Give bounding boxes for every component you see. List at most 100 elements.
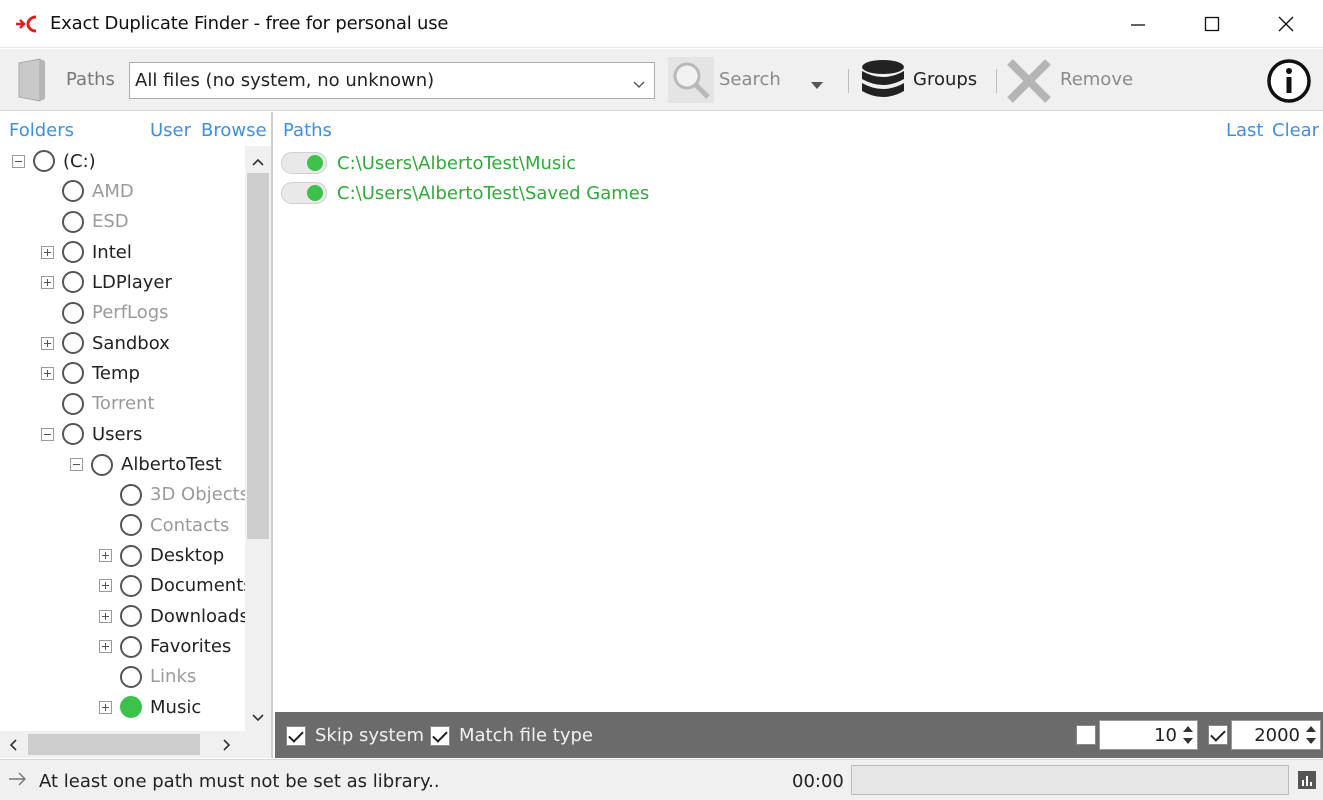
remove-button-label[interactable]: Remove — [1060, 69, 1133, 90]
tree-item[interactable]: Links — [99, 662, 196, 692]
tree-item-radio[interactable] — [120, 544, 142, 567]
spinner-arrows-icon[interactable] — [1304, 723, 1318, 747]
path-toggle[interactable] — [281, 182, 327, 204]
skip-system-option[interactable]: Skip system — [286, 725, 424, 746]
tree-item-radio[interactable] — [120, 483, 142, 506]
path-toggle[interactable] — [281, 152, 327, 174]
tree-item-radio[interactable] — [62, 332, 84, 355]
tree-item[interactable]: Torrent — [41, 389, 155, 419]
collapse-icon[interactable] — [12, 154, 25, 168]
tree-item[interactable]: Music — [99, 692, 201, 722]
spinner-arrows-icon[interactable] — [1181, 723, 1195, 747]
max-size-checkbox[interactable] — [1208, 725, 1228, 745]
scroll-down-icon[interactable] — [251, 708, 265, 727]
expand-icon[interactable] — [41, 275, 54, 289]
scroll-up-icon[interactable] — [251, 152, 265, 171]
groups-button-label[interactable]: Groups — [913, 69, 977, 90]
tree-item-radio[interactable] — [62, 271, 84, 294]
tree-item[interactable]: ESD — [41, 207, 129, 237]
min-size-stepper[interactable]: 10 — [1099, 720, 1198, 750]
tree-item[interactable]: Downloads — [99, 601, 245, 631]
folder-book-icon[interactable] — [16, 57, 48, 103]
collapse-icon[interactable] — [41, 427, 54, 441]
minimize-button[interactable] — [1101, 0, 1175, 48]
max-size-stepper[interactable]: 2000 — [1231, 720, 1321, 750]
match-file-type-option[interactable]: Match file type — [430, 725, 593, 746]
scrollbar-thumb[interactable] — [247, 173, 269, 539]
expand-icon[interactable] — [99, 549, 112, 563]
tree-item[interactable]: PerfLogs — [41, 298, 169, 328]
expand-icon[interactable] — [41, 245, 54, 259]
tree-item[interactable]: Documents — [99, 571, 245, 601]
tree-item[interactable]: Sandbox — [41, 328, 170, 358]
database-stack-icon[interactable] — [860, 59, 906, 103]
scrollbar-thumb[interactable] — [28, 734, 200, 755]
tree-item-radio[interactable] — [120, 605, 142, 628]
tree-item[interactable]: LDPlayer — [41, 267, 172, 297]
paths-title: Paths — [283, 120, 332, 141]
tree-item[interactable]: Temp — [41, 358, 140, 388]
title-bar: Exact Duplicate Finder - free for person… — [0, 0, 1323, 48]
tree-item-radio[interactable] — [120, 635, 142, 658]
close-button[interactable] — [1249, 0, 1323, 48]
tree-item-radio[interactable] — [120, 514, 142, 537]
search-dropdown-icon[interactable] — [810, 75, 824, 94]
user-link[interactable]: User — [150, 120, 191, 141]
tree-item-radio[interactable] — [62, 301, 84, 324]
expand-icon[interactable] — [99, 579, 112, 593]
tree-item[interactable]: AMD — [41, 176, 134, 206]
tree-item[interactable]: Contacts — [99, 510, 229, 540]
tree-item-radio[interactable] — [91, 453, 113, 476]
maximize-button[interactable] — [1175, 0, 1249, 48]
tree-item-radio[interactable] — [62, 423, 84, 446]
tree-item[interactable]: 3D Objects — [99, 480, 245, 510]
scroll-right-icon[interactable] — [222, 737, 232, 756]
browse-link[interactable]: Browse — [201, 120, 267, 141]
collapse-icon[interactable] — [70, 458, 83, 471]
tree-item[interactable]: AlbertoTest — [70, 450, 222, 480]
path-item[interactable]: C:\Users\AlbertoTest\Saved Games — [281, 178, 649, 208]
tree-item[interactable]: Favorites — [99, 632, 231, 662]
tree-item[interactable]: Users — [41, 419, 142, 449]
expand-icon[interactable] — [41, 366, 54, 380]
path-item[interactable]: C:\Users\AlbertoTest\Music — [281, 148, 576, 178]
skip-system-checkbox[interactable] — [286, 725, 306, 746]
match-file-type-label: Match file type — [459, 725, 593, 746]
tree-item-radio[interactable] — [120, 665, 142, 688]
expand-icon[interactable] — [99, 640, 112, 654]
tree-item[interactable]: (C:) — [12, 146, 96, 176]
file-filter-value: All files (no system, no unknown) — [135, 70, 435, 91]
scroll-left-icon[interactable] — [8, 737, 18, 756]
last-link[interactable]: Last — [1226, 120, 1264, 141]
search-button-label[interactable]: Search — [719, 69, 781, 90]
tree-item-radio[interactable] — [62, 392, 84, 415]
clear-link[interactable]: Clear — [1272, 120, 1319, 141]
tree-item-radio[interactable] — [62, 180, 84, 203]
folder-tree[interactable]: (C:) AMD ESD Intel LDPlayer PerfLogs Sandbox Te… — [0, 146, 245, 731]
toolbar-separator — [996, 69, 997, 93]
file-filter-select[interactable]: All files (no system, no unknown) — [129, 62, 655, 99]
tree-item[interactable]: Intel — [41, 237, 132, 267]
info-icon[interactable] — [1266, 58, 1312, 104]
expand-icon[interactable] — [99, 609, 112, 623]
paths-button-label[interactable]: Paths — [66, 69, 115, 90]
tree-item-radio[interactable] — [120, 696, 142, 719]
expand-icon[interactable] — [99, 700, 112, 714]
tree-item-radio[interactable] — [33, 150, 55, 172]
folder-tree-horizontal-scrollbar[interactable] — [0, 731, 245, 758]
tree-item-radio[interactable] — [62, 241, 84, 264]
tree-item-radio[interactable] — [62, 362, 84, 385]
chevron-down-icon — [632, 73, 646, 94]
magnifier-icon[interactable] — [668, 57, 714, 103]
folder-tree-vertical-scrollbar[interactable] — [245, 146, 271, 731]
tree-item-label: AMD — [92, 180, 134, 202]
min-size-checkbox[interactable] — [1076, 725, 1096, 745]
x-icon[interactable] — [1006, 58, 1052, 104]
tree-item-label: Sandbox — [92, 332, 170, 354]
expand-icon[interactable] — [41, 336, 54, 350]
tree-item-radio[interactable] — [62, 210, 84, 233]
match-file-type-checkbox[interactable] — [430, 725, 450, 746]
tree-item-radio[interactable] — [120, 574, 142, 597]
stats-chart-icon[interactable] — [1298, 771, 1316, 793]
tree-item[interactable]: Desktop — [99, 541, 224, 571]
